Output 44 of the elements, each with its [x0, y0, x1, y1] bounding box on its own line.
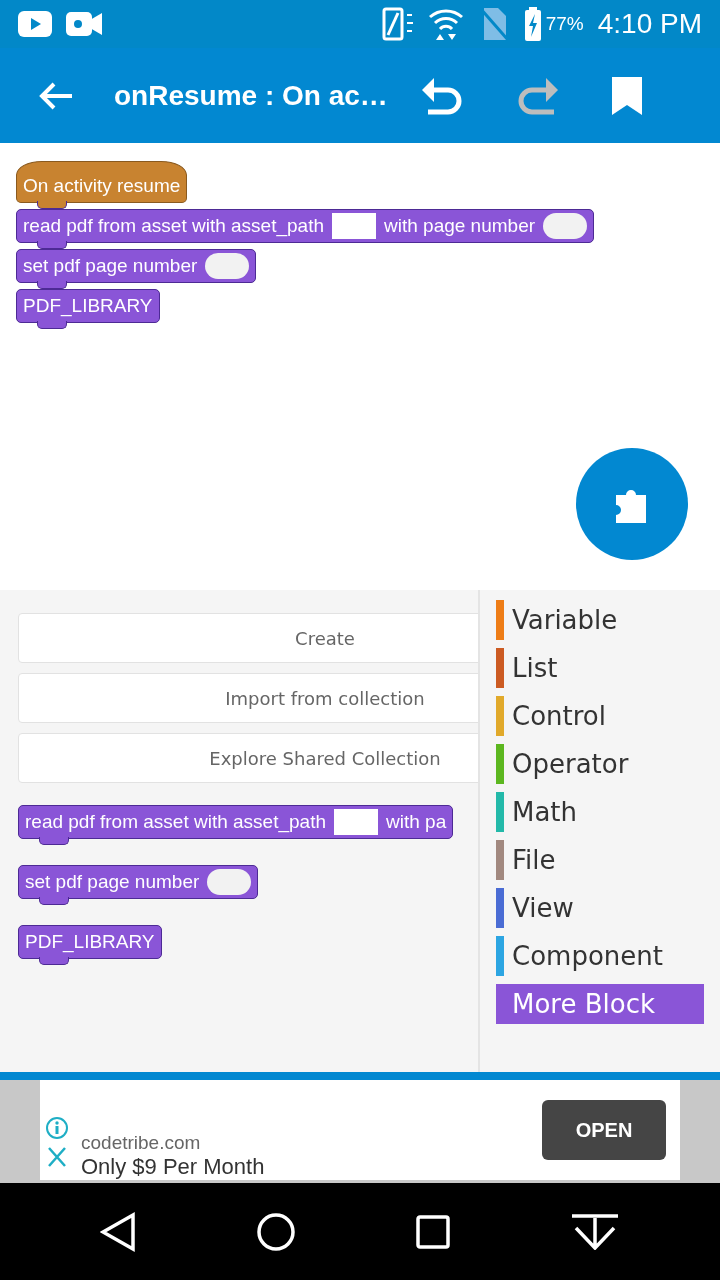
ad-headline: Only $9 Per Month	[81, 1154, 265, 1180]
open-button[interactable]: OPEN	[542, 1100, 666, 1160]
palette-button[interactable]: Create	[18, 613, 478, 663]
screen-title: onResume : On ac…	[114, 79, 389, 112]
block-label: PDF_LIBRARY	[25, 931, 155, 953]
category-item[interactable]: Control	[496, 696, 704, 736]
close-icon[interactable]	[45, 1146, 69, 1168]
screen-rotate-icon	[381, 7, 414, 41]
video-app-icon	[18, 11, 52, 37]
ad-banner[interactable]: codetribe.com Only $9 Per Month OPEN	[40, 1080, 680, 1180]
number-slot[interactable]	[543, 213, 588, 239]
clock: 4:10 PM	[597, 8, 702, 40]
category-item[interactable]: File	[496, 840, 704, 880]
block-label: PDF_LIBRARY	[23, 295, 153, 317]
palette-button[interactable]: Explore Shared Collection	[18, 733, 478, 783]
block-label: read pdf from asset with asset_path	[25, 811, 326, 833]
number-slot[interactable]	[205, 253, 250, 279]
block-label: set pdf page number	[25, 871, 200, 893]
block-label: On activity resume	[23, 175, 181, 197]
back-button[interactable]	[38, 80, 74, 111]
block-label: with page number	[384, 215, 536, 237]
wifi-icon	[427, 7, 464, 41]
bookmark-button[interactable]	[612, 76, 642, 115]
battery-percentage: 77%	[545, 13, 584, 35]
category-item[interactable]: View	[496, 888, 704, 928]
number-slot[interactable]	[207, 869, 252, 895]
category-item[interactable]: Math	[496, 792, 704, 832]
block-label: read pdf from asset with asset_path	[23, 215, 324, 237]
category-item[interactable]: Operator	[496, 744, 704, 784]
block-label: with pa	[386, 811, 447, 833]
category-item[interactable]: List	[496, 648, 704, 688]
category-item[interactable]: Variable	[496, 600, 704, 640]
info-icon[interactable]	[45, 1116, 69, 1140]
ad-domain: codetribe.com	[81, 1132, 202, 1154]
redo-button[interactable]	[516, 75, 560, 116]
block-label: set pdf page number	[23, 255, 198, 277]
camera-icon	[66, 11, 102, 37]
recent-apps-icon[interactable]	[416, 1214, 450, 1249]
battery-charging-icon	[523, 7, 542, 41]
category-item[interactable]: Component	[496, 936, 704, 976]
hide-keyboard-icon[interactable]	[570, 1213, 620, 1250]
home-icon[interactable]	[256, 1211, 296, 1252]
palette-button[interactable]: Import from collection	[18, 673, 478, 723]
back-icon[interactable]	[100, 1211, 136, 1252]
